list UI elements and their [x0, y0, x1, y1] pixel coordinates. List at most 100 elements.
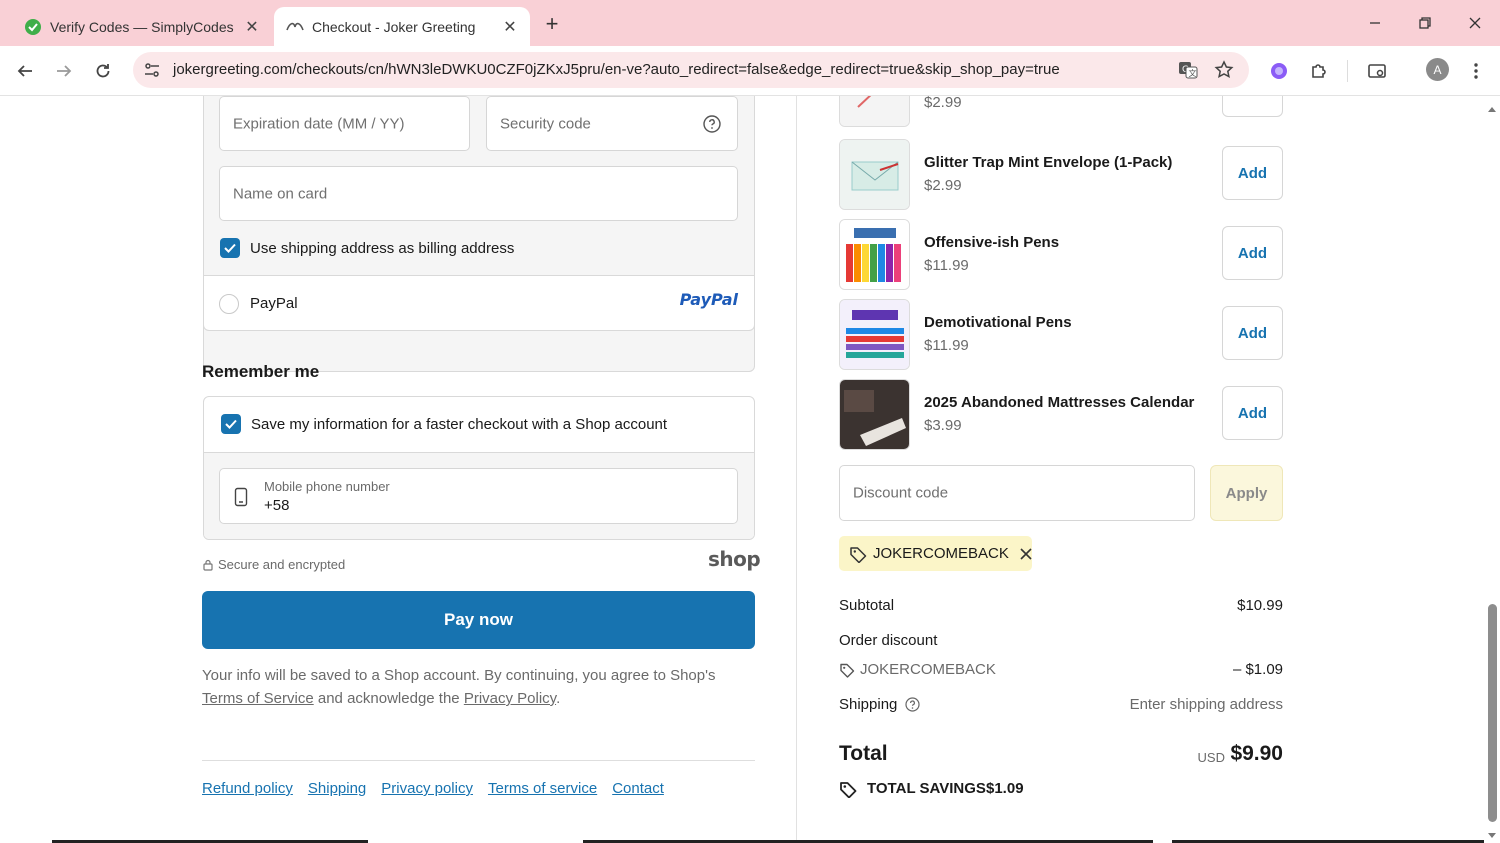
new-tab-button[interactable]: + [538, 10, 566, 38]
privacy-policy-link[interactable]: Privacy policy [381, 780, 473, 797]
remember-me-heading: Remember me [202, 362, 320, 381]
add-product-button[interactable]: Add [1222, 146, 1283, 200]
product-thumbnail [839, 219, 910, 290]
discount-placeholder: Discount code [853, 484, 949, 502]
scroll-down-arrow-icon[interactable] [1487, 827, 1497, 843]
shop-terms-link[interactable]: Terms of Service [202, 690, 314, 707]
refund-policy-link[interactable]: Refund policy [202, 780, 293, 797]
extensions-puzzle-icon[interactable] [1304, 56, 1334, 86]
product-price: $2.99 [924, 96, 962, 111]
add-product-button[interactable]: Add [1222, 96, 1283, 117]
product-thumbnail [839, 379, 910, 450]
apply-discount-button[interactable]: Apply [1210, 465, 1283, 521]
paypal-label: PayPal [250, 295, 298, 312]
bookmark-star-icon[interactable] [1214, 60, 1234, 85]
forward-icon[interactable] [49, 56, 79, 86]
save-info-checkbox[interactable] [221, 414, 241, 434]
upsell-item-partial: $2.99 Add [839, 96, 1283, 128]
footer-divider [202, 760, 755, 761]
column-divider [796, 96, 797, 843]
url-text: jokergreeting.com/checkouts/cn/hWN3leDWK… [173, 61, 1060, 78]
product-name: Offensive-ish Pens [924, 234, 1060, 251]
shipping-value: Enter shipping address [1129, 696, 1283, 713]
discount-code-text: JOKERCOMEBACK [860, 661, 996, 678]
tab-checkout[interactable]: Checkout - Joker Greeting ✕ [274, 7, 530, 46]
add-product-button[interactable]: Add [1222, 226, 1283, 280]
add-product-button[interactable]: Add [1222, 386, 1283, 440]
security-placeholder: Security code [500, 115, 591, 132]
notice-text: . [556, 690, 561, 707]
extension-purple-icon[interactable] [1264, 56, 1294, 86]
reload-icon[interactable] [88, 56, 118, 86]
profile-avatar[interactable]: A [1426, 58, 1449, 81]
tag-icon [839, 662, 855, 682]
product-thumbnail [839, 299, 910, 370]
product-price: $11.99 [924, 257, 969, 274]
billing-address-checkbox[interactable] [220, 238, 240, 258]
total-label: Total [839, 742, 888, 765]
paypal-radio[interactable] [219, 294, 239, 314]
tag-icon [849, 545, 867, 563]
notice-text: Your info will be saved to a Shop accoun… [202, 667, 716, 684]
close-tab-icon[interactable]: ✕ [498, 15, 522, 39]
translate-icon[interactable]: G文 [1178, 60, 1198, 85]
minimize-icon[interactable] [1360, 8, 1390, 38]
help-circle-icon[interactable] [703, 115, 721, 137]
paypal-option[interactable]: PayPal PayPal [203, 275, 755, 331]
reading-mode-icon[interactable] [1362, 56, 1392, 86]
scrollbar-thumb[interactable] [1488, 604, 1497, 822]
add-product-button[interactable]: Add [1222, 306, 1283, 360]
phone-section: Mobile phone number +58 [204, 452, 754, 539]
subtotal-row: Subtotal $10.99 [839, 597, 1283, 614]
help-circle-icon[interactable] [905, 697, 920, 716]
shipping-row: Shipping Enter shipping address [839, 696, 1283, 713]
discount-value: – $1.09 [1232, 661, 1283, 678]
expiration-date-field[interactable]: Expiration date (MM / YY) [219, 96, 470, 151]
tab-title: Verify Codes — SimplyCodes [50, 18, 234, 35]
close-tab-icon[interactable]: ✕ [240, 15, 264, 39]
contact-link[interactable]: Contact [612, 780, 664, 797]
subtotal-value: $10.99 [1237, 597, 1283, 614]
shipping-link[interactable]: Shipping [308, 780, 366, 797]
name-on-card-field[interactable]: Name on card [219, 166, 738, 221]
upsell-item: Offensive-ish Pens $11.99 Add [839, 219, 1283, 291]
tab-simplycodes[interactable]: Verify Codes — SimplyCodes ✕ [10, 7, 272, 46]
joker-greeting-icon [286, 18, 304, 36]
total-savings-label: TOTAL SAVINGS [867, 780, 986, 797]
tab-strip: Verify Codes — SimplyCodes ✕ Checkout - … [0, 0, 1500, 46]
product-price: $3.99 [924, 417, 962, 434]
currency-code: USD [1197, 750, 1225, 765]
remove-discount-icon[interactable] [1019, 547, 1033, 561]
security-code-field[interactable]: Security code [486, 96, 738, 151]
menu-kebab-icon[interactable] [1461, 56, 1491, 86]
upsell-item: 2025 Abandoned Mattresses Calendar $3.99… [839, 379, 1283, 451]
back-icon[interactable] [10, 56, 40, 86]
restore-icon[interactable] [1410, 8, 1440, 38]
svg-text:文: 文 [1189, 68, 1197, 78]
total-value: $9.90 [1230, 742, 1283, 765]
discount-code-field[interactable]: Discount code [839, 465, 1195, 521]
paypal-logo: PayPal [679, 290, 738, 309]
toolbar-separator [1347, 60, 1348, 82]
address-bar[interactable]: jokergreeting.com/checkouts/cn/hWN3leDWK… [133, 52, 1249, 88]
pay-now-button[interactable]: Pay now [202, 591, 755, 649]
shop-logo: shop [708, 547, 761, 571]
expiration-placeholder: Expiration date (MM / YY) [233, 115, 405, 132]
secure-encrypted-text: Secure and encrypted [218, 557, 346, 572]
terms-of-service-link[interactable]: Terms of service [488, 780, 597, 797]
order-discount-row: Order discount [839, 632, 1283, 649]
footer-links: Refund policy Shipping Privacy policy Te… [202, 780, 664, 797]
scroll-up-arrow-icon[interactable] [1487, 100, 1497, 118]
upsell-item: Demotivational Pens $11.99 Add [839, 299, 1283, 371]
tag-icon [839, 780, 859, 802]
applied-discount-chip: JOKERCOMEBACK [839, 536, 1032, 571]
subtotal-label: Subtotal [839, 597, 895, 614]
total-row: Total USD $9.90 [839, 742, 1283, 772]
product-price: $2.99 [924, 177, 962, 194]
remember-me-box: Save my information for a faster checkou… [203, 396, 755, 540]
site-info-icon[interactable] [143, 61, 161, 84]
mobile-phone-icon [234, 487, 248, 511]
shop-privacy-link[interactable]: Privacy Policy [464, 690, 556, 707]
close-window-icon[interactable] [1460, 8, 1490, 38]
mobile-phone-field[interactable]: Mobile phone number +58 [219, 468, 738, 524]
